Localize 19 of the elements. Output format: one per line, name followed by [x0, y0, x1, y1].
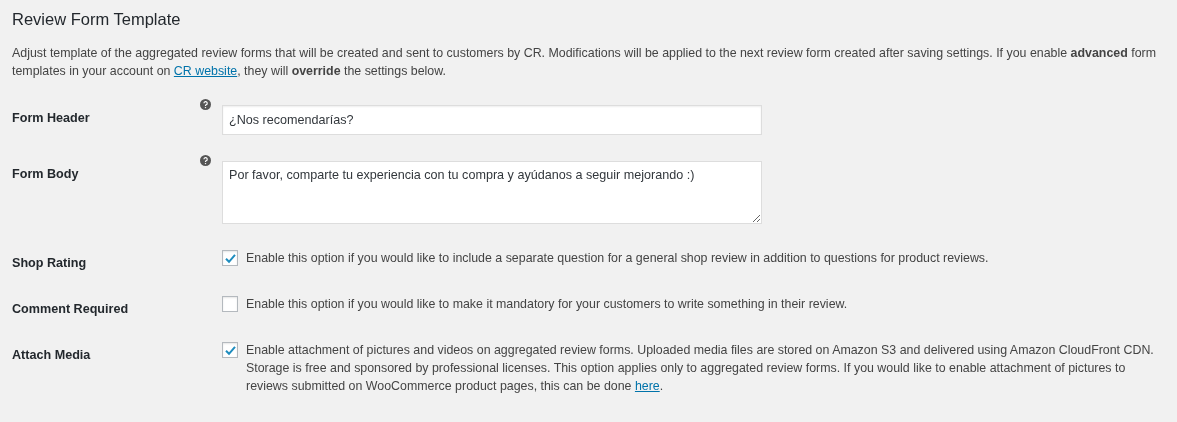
field-label: Comment Required — [12, 301, 130, 316]
help-icon[interactable] — [200, 155, 211, 166]
field-label: Shop Rating — [12, 255, 88, 270]
option-description: Enable this option if you would like to include a separate question for a general shop review in addition to questions for product reviews. — [246, 250, 989, 267]
option-description: Enable attachment of pictures and videos on aggregated review forms. Uploaded media files are stored on Amazon S3 and delivered using Amazon CloudFront CDN. Storage is free and sponsored by professional licenses. This option applies only to aggregated review forms. If you would like to enable attachment of pictures to reviews submitted on WooCommerce product pages, this can be done here. — [246, 342, 1155, 395]
field-label: Form Header — [12, 110, 91, 125]
here-link[interactable]: here — [634, 379, 660, 393]
form-body-field[interactable]: Por favor, comparte tu experiencia con tu compra y ayúdanos a seguir mejorando :) — [222, 161, 762, 224]
help-icon[interactable] — [200, 99, 211, 110]
checkbox[interactable] — [222, 342, 238, 358]
field-label: Attach Media — [12, 347, 92, 362]
checkbox[interactable] — [222, 296, 238, 312]
field-label: Form Body — [12, 166, 80, 181]
website-link[interactable]: CR website — [173, 64, 238, 78]
checkbox[interactable] — [222, 250, 238, 266]
description: Adjust template of the aggregated review forms that will be created and sent to customers by CR. Modifications will be applied to the next review form created after saving settings. If you enable advanced form templates in your account on CR website, they will override the settings below. — [12, 45, 1157, 80]
form-header-field[interactable]: ¿Nos recomendarías? — [222, 105, 762, 135]
option-description: Enable this option if you would like to make it mandatory for your customers to write something in their review. — [246, 296, 848, 313]
section-title: Review Form Template — [12, 9, 182, 30]
